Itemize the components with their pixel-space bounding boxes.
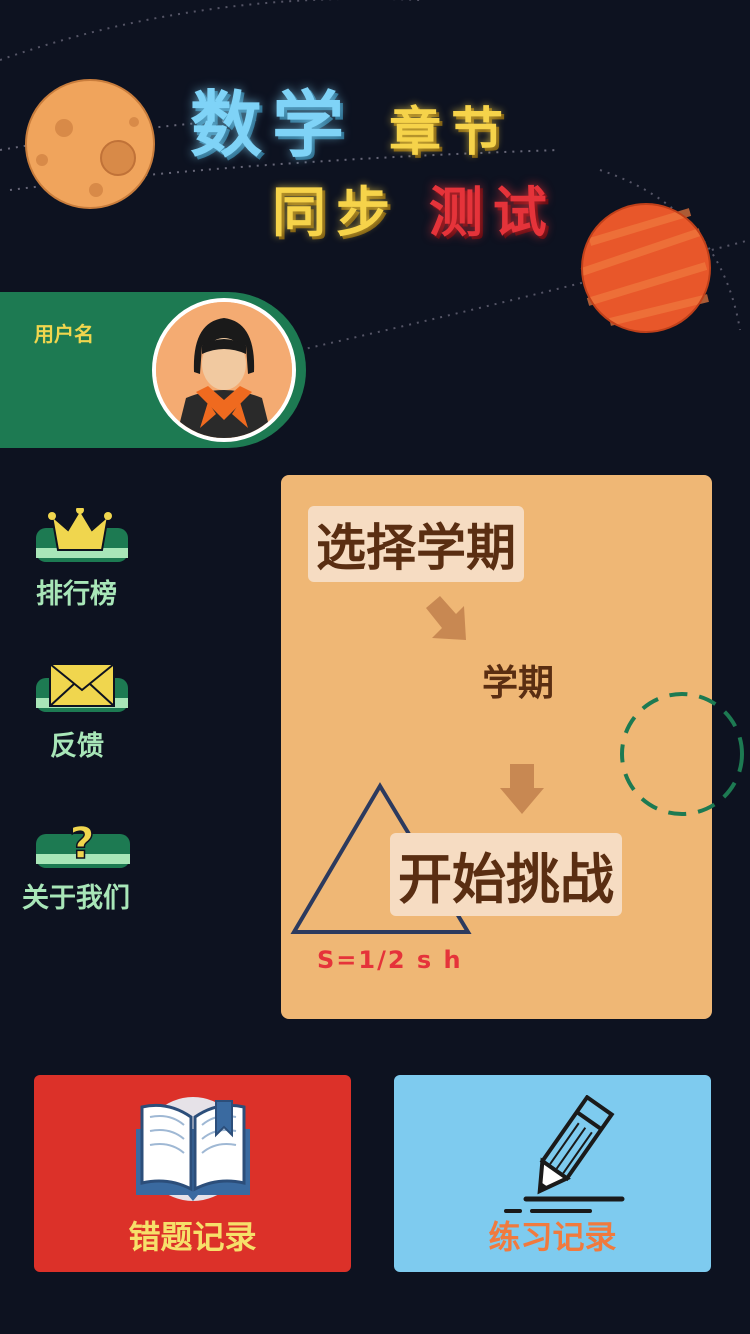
sidebar-item-about-us[interactable]: ? 关于我们 — [22, 812, 152, 915]
sidebar-item-leaderboard[interactable]: 排行榜 — [34, 506, 164, 611]
practice-records-button[interactable]: 练习记录 — [394, 1075, 711, 1272]
app-title-line1: 数学 章节 — [190, 66, 513, 171]
app-title-line2: 同步 测试 — [272, 168, 557, 247]
svg-text:?: ? — [69, 818, 95, 869]
sidebar-item-label: 反馈 — [50, 731, 104, 762]
open-book-icon — [136, 1097, 250, 1201]
title-sync: 同步 — [272, 181, 400, 244]
dashed-circle-decoration-icon — [620, 692, 744, 816]
term-value[interactable]: 学期 — [482, 654, 554, 706]
title-chapter: 章节 — [389, 103, 514, 163]
crown-icon — [36, 506, 128, 562]
sidebar-item-feedback[interactable]: 反馈 — [34, 660, 164, 763]
sidebar-item-label: 关于我们 — [22, 883, 130, 914]
title-math: 数学 — [190, 83, 355, 167]
username-label: 用户名 — [34, 322, 94, 346]
title-test: 测试 — [428, 181, 557, 244]
avatar[interactable] — [152, 298, 296, 442]
select-term-button[interactable]: 选择学期 — [308, 506, 524, 582]
start-challenge-button[interactable]: 开始挑战 — [390, 833, 622, 916]
sidebar-item-label: 排行榜 — [36, 579, 117, 610]
envelope-icon — [36, 663, 128, 712]
pencil-icon — [504, 1095, 625, 1213]
arrow-diagonal-icon — [426, 596, 466, 640]
formula-text: S=1/2 s h — [317, 946, 463, 974]
practice-records-label: 练习记录 — [488, 1218, 617, 1256]
wrong-questions-button[interactable]: 错题记录 — [34, 1075, 351, 1272]
arrow-down-icon — [500, 764, 544, 814]
avatar-character-icon — [156, 302, 292, 438]
planet-orange-icon — [25, 79, 155, 209]
wrong-records-label: 错题记录 — [128, 1218, 257, 1256]
question-icon: ? — [36, 817, 130, 870]
planet-red-icon — [580, 203, 711, 333]
